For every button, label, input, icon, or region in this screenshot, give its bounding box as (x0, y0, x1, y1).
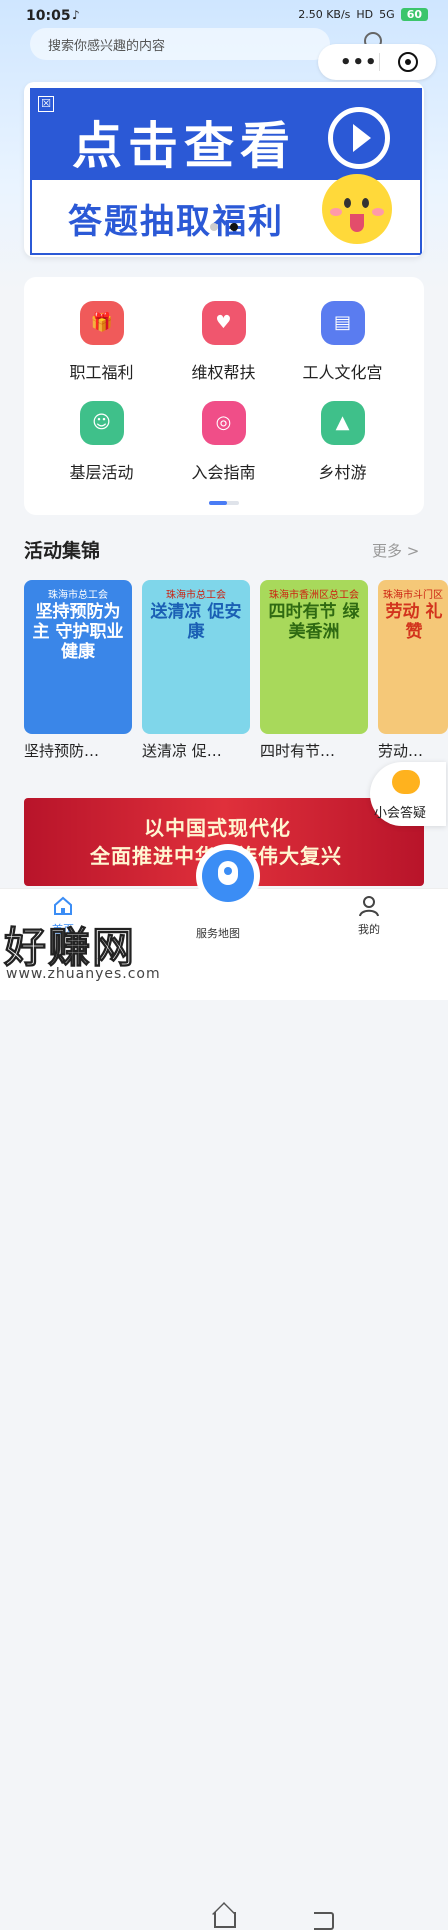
tab-service-map[interactable] (202, 850, 254, 902)
watermark-url: www.zhuanyes.com (6, 966, 161, 982)
grid-item-label: 职工福利 (69, 363, 134, 382)
grid-item-label: 工人文化宫 (302, 363, 383, 382)
poster-header: 珠海市总工会 (166, 590, 226, 601)
network-speed: 2.50 KB/s (298, 8, 351, 21)
close-miniprogram-icon[interactable] (398, 52, 418, 72)
banner-title: 点击查看 (72, 117, 296, 175)
signal-5g-icon: 5G (379, 8, 395, 21)
poster-header: 珠海市斗门区 (383, 590, 443, 601)
more-link[interactable]: 更多 > (372, 540, 419, 561)
carousel-indicator (210, 223, 238, 231)
building-icon: ▤ (320, 301, 365, 345)
carousel-dot-active (230, 223, 238, 231)
grid-item-workers-palace[interactable]: ▤ 工人文化宫 (276, 301, 409, 383)
capsule-divider (379, 53, 380, 71)
battery-icon: 60 (400, 8, 428, 21)
map-pin-icon (218, 861, 238, 885)
poster-headline: 坚持预防为主 守护职业健康 (32, 602, 124, 662)
music-notification-icon: ♪ (72, 8, 80, 22)
activity-card[interactable]: 珠海市总工会 坚持预防为主 守护职业健康 坚持预防… (24, 580, 132, 761)
gift-icon: 🎁 (79, 301, 124, 345)
tab-label-service-map: 服务地图 (196, 927, 240, 940)
play-icon (328, 107, 390, 169)
heart-hand-icon: ♥ (201, 301, 246, 345)
activity-poster: 珠海市香洲区总工会 四时有节 绿美香洲 (260, 580, 368, 734)
grid-item-rights-help[interactable]: ♥ 维权帮扶 (157, 301, 290, 383)
miniprogram-capsule: ••• (318, 44, 436, 80)
grid-item-label: 基层活动 (69, 463, 134, 482)
qa-float-button[interactable]: 小会答疑 (370, 762, 446, 826)
banner-subtitle: 答题抽取福利 (68, 202, 284, 242)
grid-item-label: 入会指南 (191, 463, 256, 482)
carousel-dot (210, 223, 218, 231)
grid-item-label: 乡村游 (318, 463, 367, 482)
card-caption: 四时有节… (260, 742, 336, 760)
activity-card[interactable]: 珠海市香洲区总工会 四时有节 绿美香洲 四时有节… (260, 580, 368, 761)
back-nav-icon[interactable] (314, 1912, 334, 1930)
poster-headline: 四时有节 绿美香洲 (268, 602, 360, 642)
hd-icon: HD (356, 8, 374, 21)
qa-label: 小会答疑 (374, 806, 427, 821)
smiley-face-icon (322, 174, 392, 244)
tab-mine[interactable]: 我的 (358, 895, 380, 937)
promo-line-1: 以中国式现代化 (144, 816, 291, 840)
card-caption: 送清凉 促… (142, 742, 222, 760)
grid-item-grassroots-activities[interactable]: ☺ 基层活动 (35, 401, 168, 483)
tab-label: 我的 (358, 923, 380, 936)
card-caption: 坚持预防… (24, 742, 100, 760)
poster-header: 珠海市香洲区总工会 (269, 590, 359, 601)
service-grid: 🎁 职工福利 ♥ 维权帮扶 ▤ 工人文化宫 ☺ 基层活动 ◎ 入会指南 ▲ 乡村… (24, 277, 424, 515)
grid-item-staff-welfare[interactable]: 🎁 职工福利 (35, 301, 168, 383)
ad-close-icon[interactable]: ☒ (38, 96, 54, 112)
chat-bubble-icon (392, 770, 420, 794)
mountain-icon: ▲ (320, 401, 365, 445)
grid-page-indicator (209, 501, 239, 505)
activity-poster: 珠海市斗门区 劳动 礼赞 (378, 580, 448, 734)
grid-item-join-guide[interactable]: ◎ 入会指南 (157, 401, 290, 483)
section-title: 活动集锦 (24, 540, 101, 562)
user-icon (358, 895, 380, 917)
poster-header: 珠海市总工会 (48, 590, 108, 601)
search-input[interactable]: 搜索你感兴趣的内容 (30, 28, 382, 60)
activity-card[interactable]: 珠海市总工会 送清凉 促安康 送清凉 促… (142, 580, 250, 761)
activity-poster: 珠海市总工会 坚持预防为主 守护职业健康 (24, 580, 132, 734)
grid-item-rural-tour[interactable]: ▲ 乡村游 (276, 401, 409, 483)
activity-poster: 珠海市总工会 送清凉 促安康 (142, 580, 250, 734)
union-badge-icon: ◎ (201, 401, 246, 445)
people-icon: ☺ (79, 401, 124, 445)
poster-headline: 送清凉 促安康 (150, 602, 242, 642)
search-placeholder: 搜索你感兴趣的内容 (48, 39, 166, 54)
more-options-icon[interactable]: ••• (340, 52, 378, 73)
card-caption: 劳动… (378, 742, 424, 760)
home-nav-icon[interactable] (214, 1912, 236, 1928)
poster-headline: 劳动 礼赞 (385, 602, 443, 642)
grid-item-label: 维权帮扶 (191, 363, 256, 382)
activity-card[interactable]: 珠海市斗门区 劳动 礼赞 劳动… (378, 580, 448, 761)
status-time: 10:05 (26, 8, 71, 24)
status-right: 2.50 KB/s HD 5G 60 (298, 8, 428, 21)
